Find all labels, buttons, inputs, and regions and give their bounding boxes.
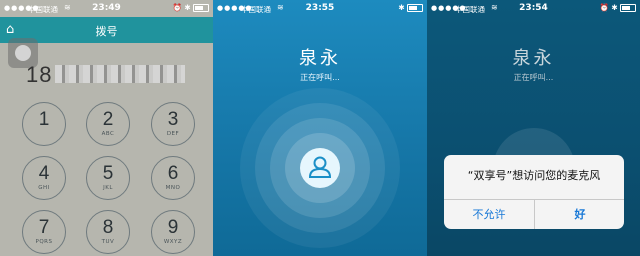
status-time: 23:55 [305, 3, 335, 13]
key-9[interactable]: 9 WXYZ [151, 210, 195, 254]
call-status: 正在呼叫... [513, 73, 554, 82]
battery-icon: ✱ [398, 3, 423, 12]
key-8[interactable]: 8 TUV [86, 210, 130, 254]
key-digit: 6 [167, 163, 179, 184]
screenshot-triptych: ●●●●● 中国联通 ≋ 23:49 ⏰ ✱ ⌂ 拨号 18 1 2 ABC 3 DEF… [0, 0, 640, 256]
dialed-number: 18 [26, 62, 186, 88]
avatar [300, 148, 340, 188]
key-digit: 4 [38, 163, 50, 184]
battery-icon: ⏰ ✱ [173, 3, 209, 12]
allow-button[interactable]: 好 [535, 200, 624, 229]
key-3[interactable]: 3 DEF [151, 102, 195, 146]
battery-icon: ⏰ ✱ [600, 3, 636, 12]
status-bar: ●●●●● 中国联通 ≋ 23:54 ⏰ ✱ [427, 0, 640, 17]
page-title: 拨号 [95, 25, 118, 38]
key-digit: 3 [167, 109, 179, 130]
alert-title: “双享号”想访问您的麦克风 [467, 169, 601, 182]
contact-name: 泉永 [512, 48, 555, 69]
key-letters: MNO [165, 185, 181, 191]
key-letters: TUV [101, 239, 115, 245]
key-1[interactable]: 1 [22, 102, 66, 146]
key-letters: JKL [103, 185, 113, 191]
person-icon [308, 156, 332, 178]
key-letters: GHI [38, 185, 50, 191]
key-6[interactable]: 6 MNO [151, 156, 195, 200]
permission-screen: ●●●●● 中国联通 ≋ 23:54 ⏰ ✱ 泉永 正在呼叫... “双享号”想… [427, 0, 640, 256]
key-4[interactable]: 4 GHI [22, 156, 66, 200]
key-digit: 2 [102, 109, 114, 130]
key-digit: 9 [167, 217, 179, 238]
call-status: 正在呼叫... [300, 73, 340, 82]
calling-screen: ●●●●● 中国联通 ≋ 23:55 ✱ 泉永 正在呼叫... [213, 0, 427, 256]
status-bar: ●●●●● 中国联通 ≋ 23:55 ✱ [213, 0, 427, 17]
deny-button[interactable]: 不允许 [444, 200, 534, 229]
blurred-digits [55, 65, 186, 83]
key-digit: 8 [102, 217, 114, 238]
key-letters: DEF [166, 131, 180, 137]
key-digit: 5 [102, 163, 114, 184]
key-2[interactable]: 2 ABC [86, 102, 130, 146]
key-digit: 1 [38, 109, 50, 130]
key-letters: ABC [101, 131, 115, 137]
dialer-screen: ●●●●● 中国联通 ≋ 23:49 ⏰ ✱ ⌂ 拨号 18 1 2 ABC 3 DEF… [0, 0, 213, 256]
key-5[interactable]: 5 JKL [86, 156, 130, 200]
status-bar: ●●●●● 中国联通 ≋ 23:49 ⏰ ✱ [0, 0, 213, 17]
key-letters: PQRS [35, 239, 53, 245]
key-7[interactable]: 7 PQRS [22, 210, 66, 254]
microphone-permission-alert: “双享号”想访问您的麦克风 不允许 好 [444, 155, 624, 229]
key-letters: WXYZ [163, 239, 183, 245]
contact-name: 泉永 [299, 48, 341, 69]
key-digit: 7 [38, 217, 50, 238]
